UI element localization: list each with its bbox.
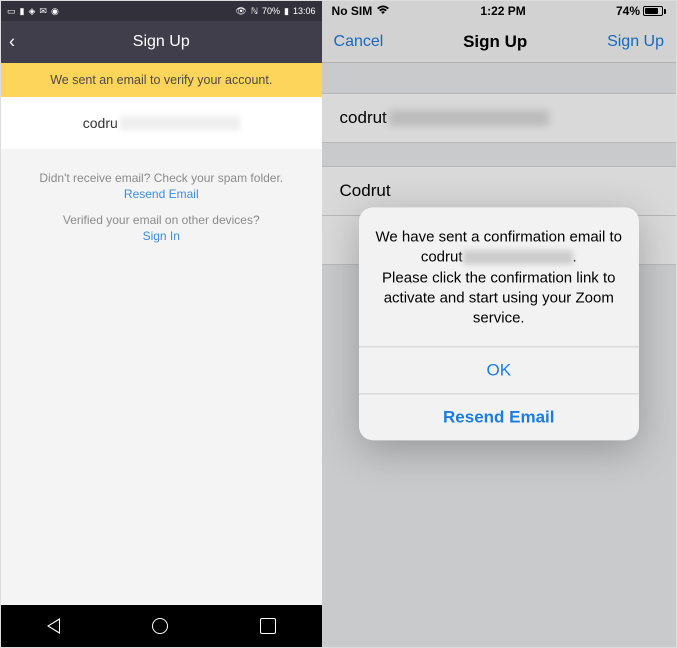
verified-hint: Verified your email on other devices? xyxy=(17,213,306,227)
clock-time: 13:06 xyxy=(293,6,316,16)
email-prefix: codru xyxy=(83,115,118,131)
volte-icon: ▭ xyxy=(7,6,16,17)
battery-icon: ▮ xyxy=(284,6,289,17)
battery-percent: 70% xyxy=(262,6,280,16)
sign-in-link[interactable]: Sign In xyxy=(17,229,306,243)
alert-ok-button[interactable]: OK xyxy=(359,347,639,394)
wifi-icon: ◈ xyxy=(28,6,35,17)
message-icon: ✉ xyxy=(39,6,47,17)
signal-icon: ▮ xyxy=(20,6,25,17)
ios-screen: No SIM 1:22 PM 74% Cancel Sign Up Sign U… xyxy=(322,1,676,647)
nav-recent-icon[interactable] xyxy=(260,618,276,634)
nav-back-icon[interactable] xyxy=(47,618,60,634)
android-header: ‹ Sign Up xyxy=(1,21,322,63)
android-status-bar: ▭ ▮ ◈ ✉ ◉ 👁 ℕ 70% ▮ 13:06 xyxy=(1,1,322,21)
alert-email-blurred xyxy=(463,251,573,265)
verify-banner: We sent an email to verify your account. xyxy=(1,63,322,97)
messenger-icon: ◉ xyxy=(51,6,59,17)
spam-hint: Didn't receive email? Check your spam fo… xyxy=(17,171,306,185)
android-screen: ▭ ▮ ◈ ✉ ◉ 👁 ℕ 70% ▮ 13:06 ‹ Sign Up We s… xyxy=(1,1,322,647)
nav-home-icon[interactable] xyxy=(152,618,168,634)
alert-resend-button[interactable]: Resend Email xyxy=(359,394,639,441)
resend-email-link[interactable]: Resend Email xyxy=(17,187,306,201)
eye-icon: 👁 xyxy=(235,6,246,17)
alert-line2: Please click the confirmation link to ac… xyxy=(382,269,615,327)
nfc-icon: ℕ xyxy=(251,6,258,17)
alert-message: We have sent a confirmation email to cod… xyxy=(359,207,639,346)
page-title: Sign Up xyxy=(133,33,190,51)
android-nav-bar xyxy=(1,605,322,647)
email-display: codru xyxy=(1,97,322,149)
back-icon[interactable]: ‹ xyxy=(9,32,15,53)
help-section: Didn't receive email? Check your spam fo… xyxy=(1,149,322,605)
confirmation-alert: We have sent a confirmation email to cod… xyxy=(359,207,639,440)
email-blurred xyxy=(120,116,240,130)
